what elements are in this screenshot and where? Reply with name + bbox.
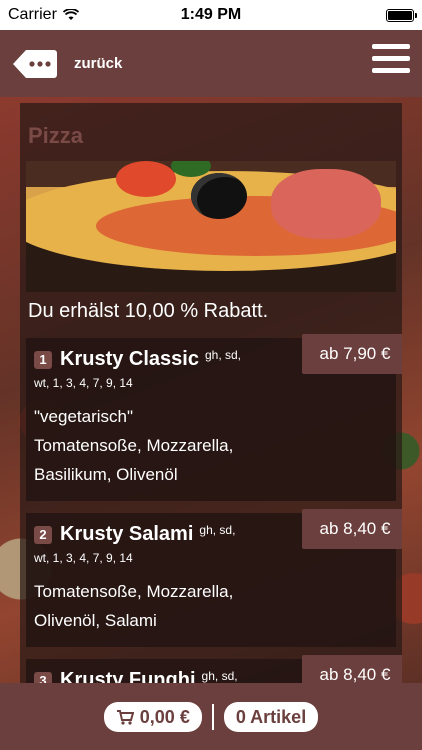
item-allergens: gh, sd,	[199, 523, 236, 537]
menu-panel: Pizza Du erhälst 10,00 % Rabatt. 1 Krust…	[20, 103, 402, 683]
status-bar: Carrier 1:49 PM	[0, 0, 422, 30]
item-allergens: gh, sd,	[201, 669, 238, 683]
section-title: Pizza	[28, 123, 84, 148]
back-label: zurück	[74, 55, 123, 72]
price-button[interactable]: ab 8,40 €	[302, 655, 402, 683]
item-name: Krusty Salami	[60, 523, 194, 545]
item-description: Tomatensoße, Mozzarella, Olivenöl, Salam…	[34, 577, 388, 635]
description-line: Tomatensoße, Mozzarella,	[34, 582, 234, 601]
back-button[interactable]: zurück	[12, 48, 122, 80]
hamburger-menu-icon[interactable]	[372, 44, 410, 78]
description-line: Tomatensoße, Mozzarella,	[34, 436, 234, 455]
pizza-hero-image	[26, 161, 396, 292]
menu-item[interactable]: 2 Krusty Salami gh, sd, wt, 1, 3, 4, 7, 9…	[26, 509, 402, 647]
nav-bar: zurück	[0, 30, 422, 97]
cart-bar: 0,00 € 0 Artikel	[0, 683, 422, 750]
price-button[interactable]: ab 8,40 €	[302, 509, 402, 549]
item-number-badge: 1	[34, 351, 52, 369]
wifi-icon	[62, 9, 79, 20]
carrier-group: Carrier	[8, 6, 79, 24]
cart-count: 0 Artikel	[235, 706, 307, 727]
item-name: Krusty Classic	[60, 348, 199, 370]
discount-text: Du erhälst 10,00 % Rabatt.	[28, 300, 269, 322]
item-codes: wt, 1, 3, 4, 7, 9, 14	[34, 551, 133, 565]
description-line: "vegetarisch"	[34, 407, 134, 426]
cart-total: 0,00 €	[139, 706, 190, 727]
item-description: "vegetarisch" Tomatensoße, Mozzarella, B…	[34, 402, 388, 489]
item-allergens: gh, sd,	[204, 348, 241, 362]
battery-icon	[386, 8, 417, 22]
item-number-badge: 3	[34, 672, 52, 683]
carrier-label: Carrier	[8, 6, 57, 23]
cart-count-button[interactable]: 0 Artikel	[223, 701, 319, 732]
price-button[interactable]: ab 7,90 €	[302, 334, 402, 374]
item-number-badge: 2	[34, 526, 52, 544]
divider	[211, 703, 214, 730]
description-line: Olivenöl, Salami	[34, 611, 157, 630]
item-codes: wt, 1, 3, 4, 7, 9, 14	[34, 376, 133, 390]
shopping-cart-icon	[116, 709, 134, 725]
menu-item[interactable]: 1 Krusty Classic gh, sd, wt, 1, 3, 4, 7, …	[26, 334, 402, 501]
menu-item[interactable]: 3 Krusty Funghi gh, sd, ab 8,40 €	[26, 655, 402, 683]
description-line: Basilikum, Olivenöl	[34, 465, 178, 484]
cart-total-button[interactable]: 0,00 €	[103, 701, 202, 732]
item-name: Krusty Funghi	[60, 669, 196, 683]
back-tag-icon	[13, 49, 57, 78]
